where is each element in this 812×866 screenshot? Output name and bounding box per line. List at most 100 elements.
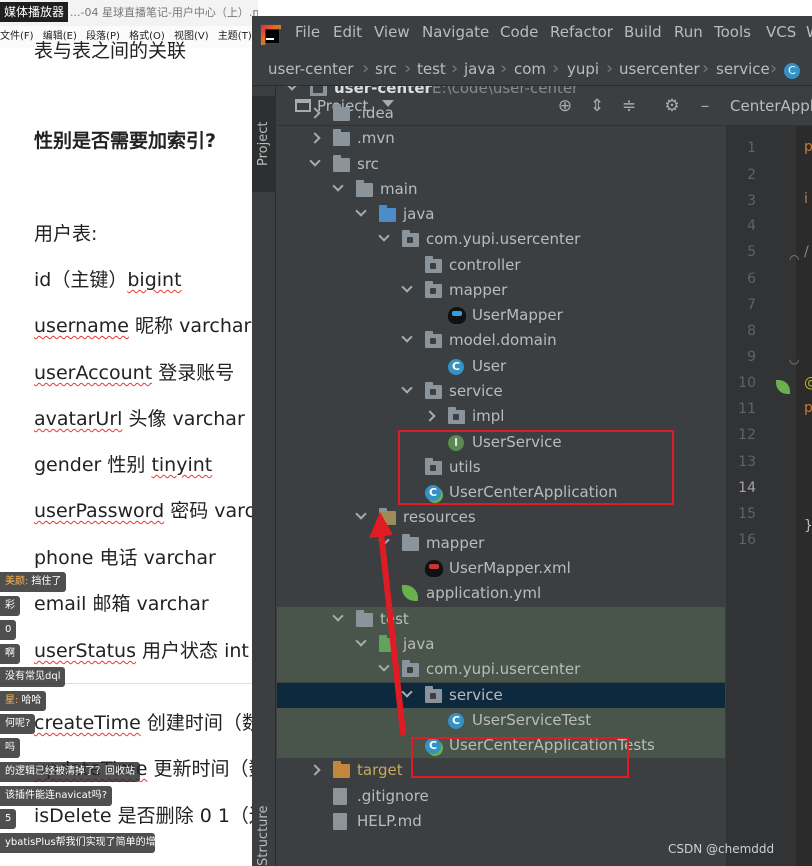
tree-node[interactable]: service bbox=[277, 683, 725, 708]
package-icon bbox=[425, 256, 442, 273]
breadcrumb-separator-icon: › bbox=[362, 58, 370, 79]
tree-node[interactable]: C User bbox=[277, 354, 725, 379]
chevron-down-icon[interactable] bbox=[401, 281, 413, 293]
line-number[interactable]: 15 bbox=[726, 506, 756, 522]
excluded-folder-icon bbox=[333, 761, 350, 778]
structure-tool-button[interactable]: Structure bbox=[252, 796, 276, 866]
chevron-right-icon[interactable] bbox=[309, 764, 321, 776]
line-number[interactable]: 1 bbox=[726, 140, 756, 156]
tree-node[interactable]: C UserServiceTest bbox=[277, 708, 725, 733]
chevron-right-icon[interactable] bbox=[424, 410, 436, 422]
chevron-down-icon[interactable] bbox=[401, 382, 413, 394]
chevron-down-icon[interactable] bbox=[309, 155, 321, 167]
breadcrumb-usercenter[interactable]: usercenter bbox=[619, 60, 700, 78]
tree-node[interactable]: com.yupi.usercenter bbox=[277, 657, 725, 682]
tree-node[interactable]: service bbox=[277, 379, 725, 404]
chevron-right-icon[interactable] bbox=[309, 107, 321, 119]
line-number[interactable]: 8 bbox=[726, 323, 756, 339]
tree-node[interactable]: src bbox=[277, 152, 725, 177]
tree-node[interactable]: controller bbox=[277, 253, 725, 278]
line-number[interactable]: 9 bbox=[726, 349, 756, 365]
menu-edit[interactable]: Edit bbox=[333, 23, 362, 41]
doc-menu-theme[interactable]: 主题(T) bbox=[218, 31, 252, 42]
line-number[interactable]: 12 bbox=[726, 427, 756, 443]
chevron-down-icon[interactable] bbox=[378, 230, 390, 242]
tree-node[interactable]: application.yml bbox=[277, 581, 725, 606]
menu-window[interactable]: W bbox=[806, 23, 812, 41]
tree-node-label: controller bbox=[449, 256, 521, 274]
line-number[interactable]: 13 bbox=[726, 454, 756, 470]
line-number[interactable]: 16 bbox=[726, 532, 756, 548]
spring-bean-gutter-icon[interactable] bbox=[776, 380, 790, 394]
chevron-down-icon[interactable] bbox=[332, 180, 344, 192]
menu-build[interactable]: Build bbox=[624, 23, 662, 41]
fold-marker-icon[interactable]: ◡ bbox=[789, 352, 799, 366]
chevron-down-icon[interactable] bbox=[401, 331, 413, 343]
mybatis-mapper-icon bbox=[448, 307, 466, 324]
test-source-folder-icon bbox=[379, 635, 396, 652]
tree-node[interactable]: main bbox=[277, 177, 725, 202]
tree-node[interactable]: user-center E:\code\user-center bbox=[277, 86, 725, 101]
tree-node[interactable]: resources bbox=[277, 505, 725, 530]
tree-node[interactable]: .gitignore bbox=[277, 784, 725, 809]
line-number[interactable]: 2 bbox=[726, 167, 756, 183]
code-fragment[interactable]: i bbox=[804, 191, 808, 207]
breadcrumb-java[interactable]: java bbox=[464, 60, 495, 78]
class-icon[interactable]: C bbox=[784, 63, 800, 79]
menu-refactor[interactable]: Refactor bbox=[550, 23, 613, 41]
chevron-down-icon[interactable] bbox=[355, 508, 367, 520]
tree-node[interactable]: test bbox=[277, 607, 725, 632]
line-number[interactable]: 6 bbox=[726, 271, 756, 287]
menu-run[interactable]: Run bbox=[674, 23, 703, 41]
tree-node[interactable]: .idea bbox=[277, 101, 725, 126]
tree-node[interactable]: impl bbox=[277, 404, 725, 429]
line-number[interactable]: 11 bbox=[726, 401, 756, 417]
tree-node[interactable]: mapper bbox=[277, 531, 725, 556]
tree-node[interactable]: java bbox=[277, 202, 725, 227]
editor-tab[interactable]: CenterAppl bbox=[726, 86, 812, 126]
breadcrumb-user-center[interactable]: user-center bbox=[268, 60, 353, 78]
line-number[interactable]: 10 bbox=[726, 375, 756, 391]
doc-menu-file[interactable]: 文件(F) bbox=[0, 31, 34, 42]
menu-file[interactable]: File bbox=[295, 23, 320, 41]
fold-marker-icon[interactable]: ◠ bbox=[789, 252, 799, 266]
tree-node[interactable]: mapper bbox=[277, 278, 725, 303]
line-number[interactable]: 7 bbox=[726, 297, 756, 313]
chevron-down-icon[interactable] bbox=[378, 534, 390, 546]
menu-navigate[interactable]: Navigate bbox=[422, 23, 489, 41]
line-number[interactable]: 5 bbox=[726, 244, 756, 260]
chevron-right-icon[interactable] bbox=[309, 132, 321, 144]
tree-node[interactable]: model.domain bbox=[277, 328, 725, 353]
code-fragment[interactable]: / bbox=[804, 244, 809, 260]
code-fragment[interactable]: } bbox=[804, 518, 812, 534]
breadcrumb-yupi[interactable]: yupi bbox=[567, 60, 599, 78]
menu-view[interactable]: View bbox=[374, 23, 410, 41]
tree-node[interactable]: com.yupi.usercenter bbox=[277, 227, 725, 252]
tree-node[interactable]: HELP.md bbox=[277, 809, 725, 834]
code-fragment[interactable]: @ bbox=[804, 375, 812, 391]
tree-node[interactable]: UserMapper.xml bbox=[277, 556, 725, 581]
project-tool-button[interactable]: Project bbox=[252, 96, 276, 192]
chevron-down-icon[interactable] bbox=[332, 610, 344, 622]
breadcrumb-com[interactable]: com bbox=[514, 60, 546, 78]
tree-node[interactable]: java bbox=[277, 632, 725, 657]
chevron-down-icon[interactable] bbox=[401, 686, 413, 698]
line-number[interactable]: 14 bbox=[726, 480, 756, 496]
breadcrumb-test[interactable]: test bbox=[417, 60, 446, 78]
line-number[interactable]: 4 bbox=[726, 218, 756, 234]
code-fragment[interactable]: p bbox=[804, 400, 812, 416]
menu-code[interactable]: Code bbox=[500, 23, 538, 41]
breadcrumb-src[interactable]: src bbox=[375, 60, 397, 78]
breadcrumb-service[interactable]: service bbox=[716, 60, 770, 78]
tree-node[interactable]: UserMapper bbox=[277, 303, 725, 328]
menu-vcs[interactable]: VCS bbox=[766, 23, 796, 41]
chevron-down-icon[interactable] bbox=[355, 635, 367, 647]
menu-tools[interactable]: Tools bbox=[714, 23, 751, 41]
code-fragment[interactable]: p bbox=[804, 139, 812, 155]
line-number[interactable]: 3 bbox=[726, 193, 756, 209]
media-player-badge[interactable]: 媒体播放器 bbox=[0, 2, 69, 22]
tree-node[interactable]: .mvn bbox=[277, 126, 725, 151]
chevron-down-icon[interactable] bbox=[355, 205, 367, 217]
chevron-down-icon[interactable] bbox=[378, 660, 390, 672]
chevron-down-icon[interactable] bbox=[286, 86, 298, 91]
